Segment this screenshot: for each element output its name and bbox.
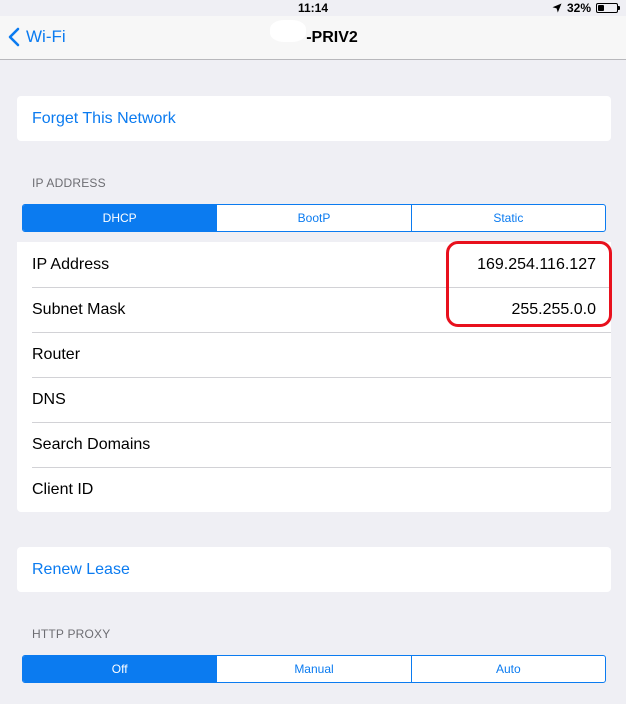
- navigation-bar: Wi-Fi -PRIV2: [0, 16, 626, 60]
- segment-auto[interactable]: Auto: [410, 656, 605, 682]
- status-bar: 11:14 32%: [0, 0, 626, 16]
- forget-network-card: Forget This Network: [17, 96, 611, 141]
- status-right: 32%: [552, 1, 620, 15]
- renew-lease-card: Renew Lease: [17, 547, 611, 592]
- highlight-annotation: [446, 241, 612, 327]
- network-name: -PRIV2: [306, 29, 358, 46]
- battery-fill: [598, 5, 604, 11]
- forget-network-button[interactable]: Forget This Network: [17, 96, 611, 141]
- search-domains-row[interactable]: Search Domains: [17, 422, 611, 467]
- row-label: IP Address: [32, 255, 110, 273]
- row-label: Search Domains: [32, 435, 151, 453]
- page-title: -PRIV2: [0, 29, 626, 47]
- row-label: DNS: [32, 390, 66, 408]
- battery-percent: 32%: [566, 1, 591, 15]
- ip-mode-segmented-control: DHCP BootP Static: [22, 204, 606, 232]
- status-time: 11:14: [297, 1, 329, 15]
- ip-address-section-header: IP ADDRESS: [32, 176, 106, 190]
- redaction-smudge: [270, 20, 306, 42]
- http-proxy-segmented-control: Off Manual Auto: [22, 655, 606, 683]
- battery-icon: [596, 3, 620, 13]
- router-row[interactable]: Router: [17, 332, 611, 377]
- client-id-row[interactable]: Client ID: [17, 467, 611, 512]
- row-label: Client ID: [32, 480, 94, 498]
- location-arrow-icon: [552, 3, 562, 13]
- row-label: Subnet Mask: [32, 300, 126, 318]
- segment-off[interactable]: Off: [23, 656, 217, 682]
- segment-bootp[interactable]: BootP: [216, 205, 410, 231]
- segment-dhcp[interactable]: DHCP: [23, 205, 217, 231]
- segment-static[interactable]: Static: [410, 205, 605, 231]
- renew-lease-button[interactable]: Renew Lease: [17, 547, 611, 592]
- segment-manual[interactable]: Manual: [216, 656, 410, 682]
- row-label: Router: [32, 345, 81, 363]
- http-proxy-section-header: HTTP PROXY: [32, 627, 111, 641]
- dns-row[interactable]: DNS: [17, 377, 611, 422]
